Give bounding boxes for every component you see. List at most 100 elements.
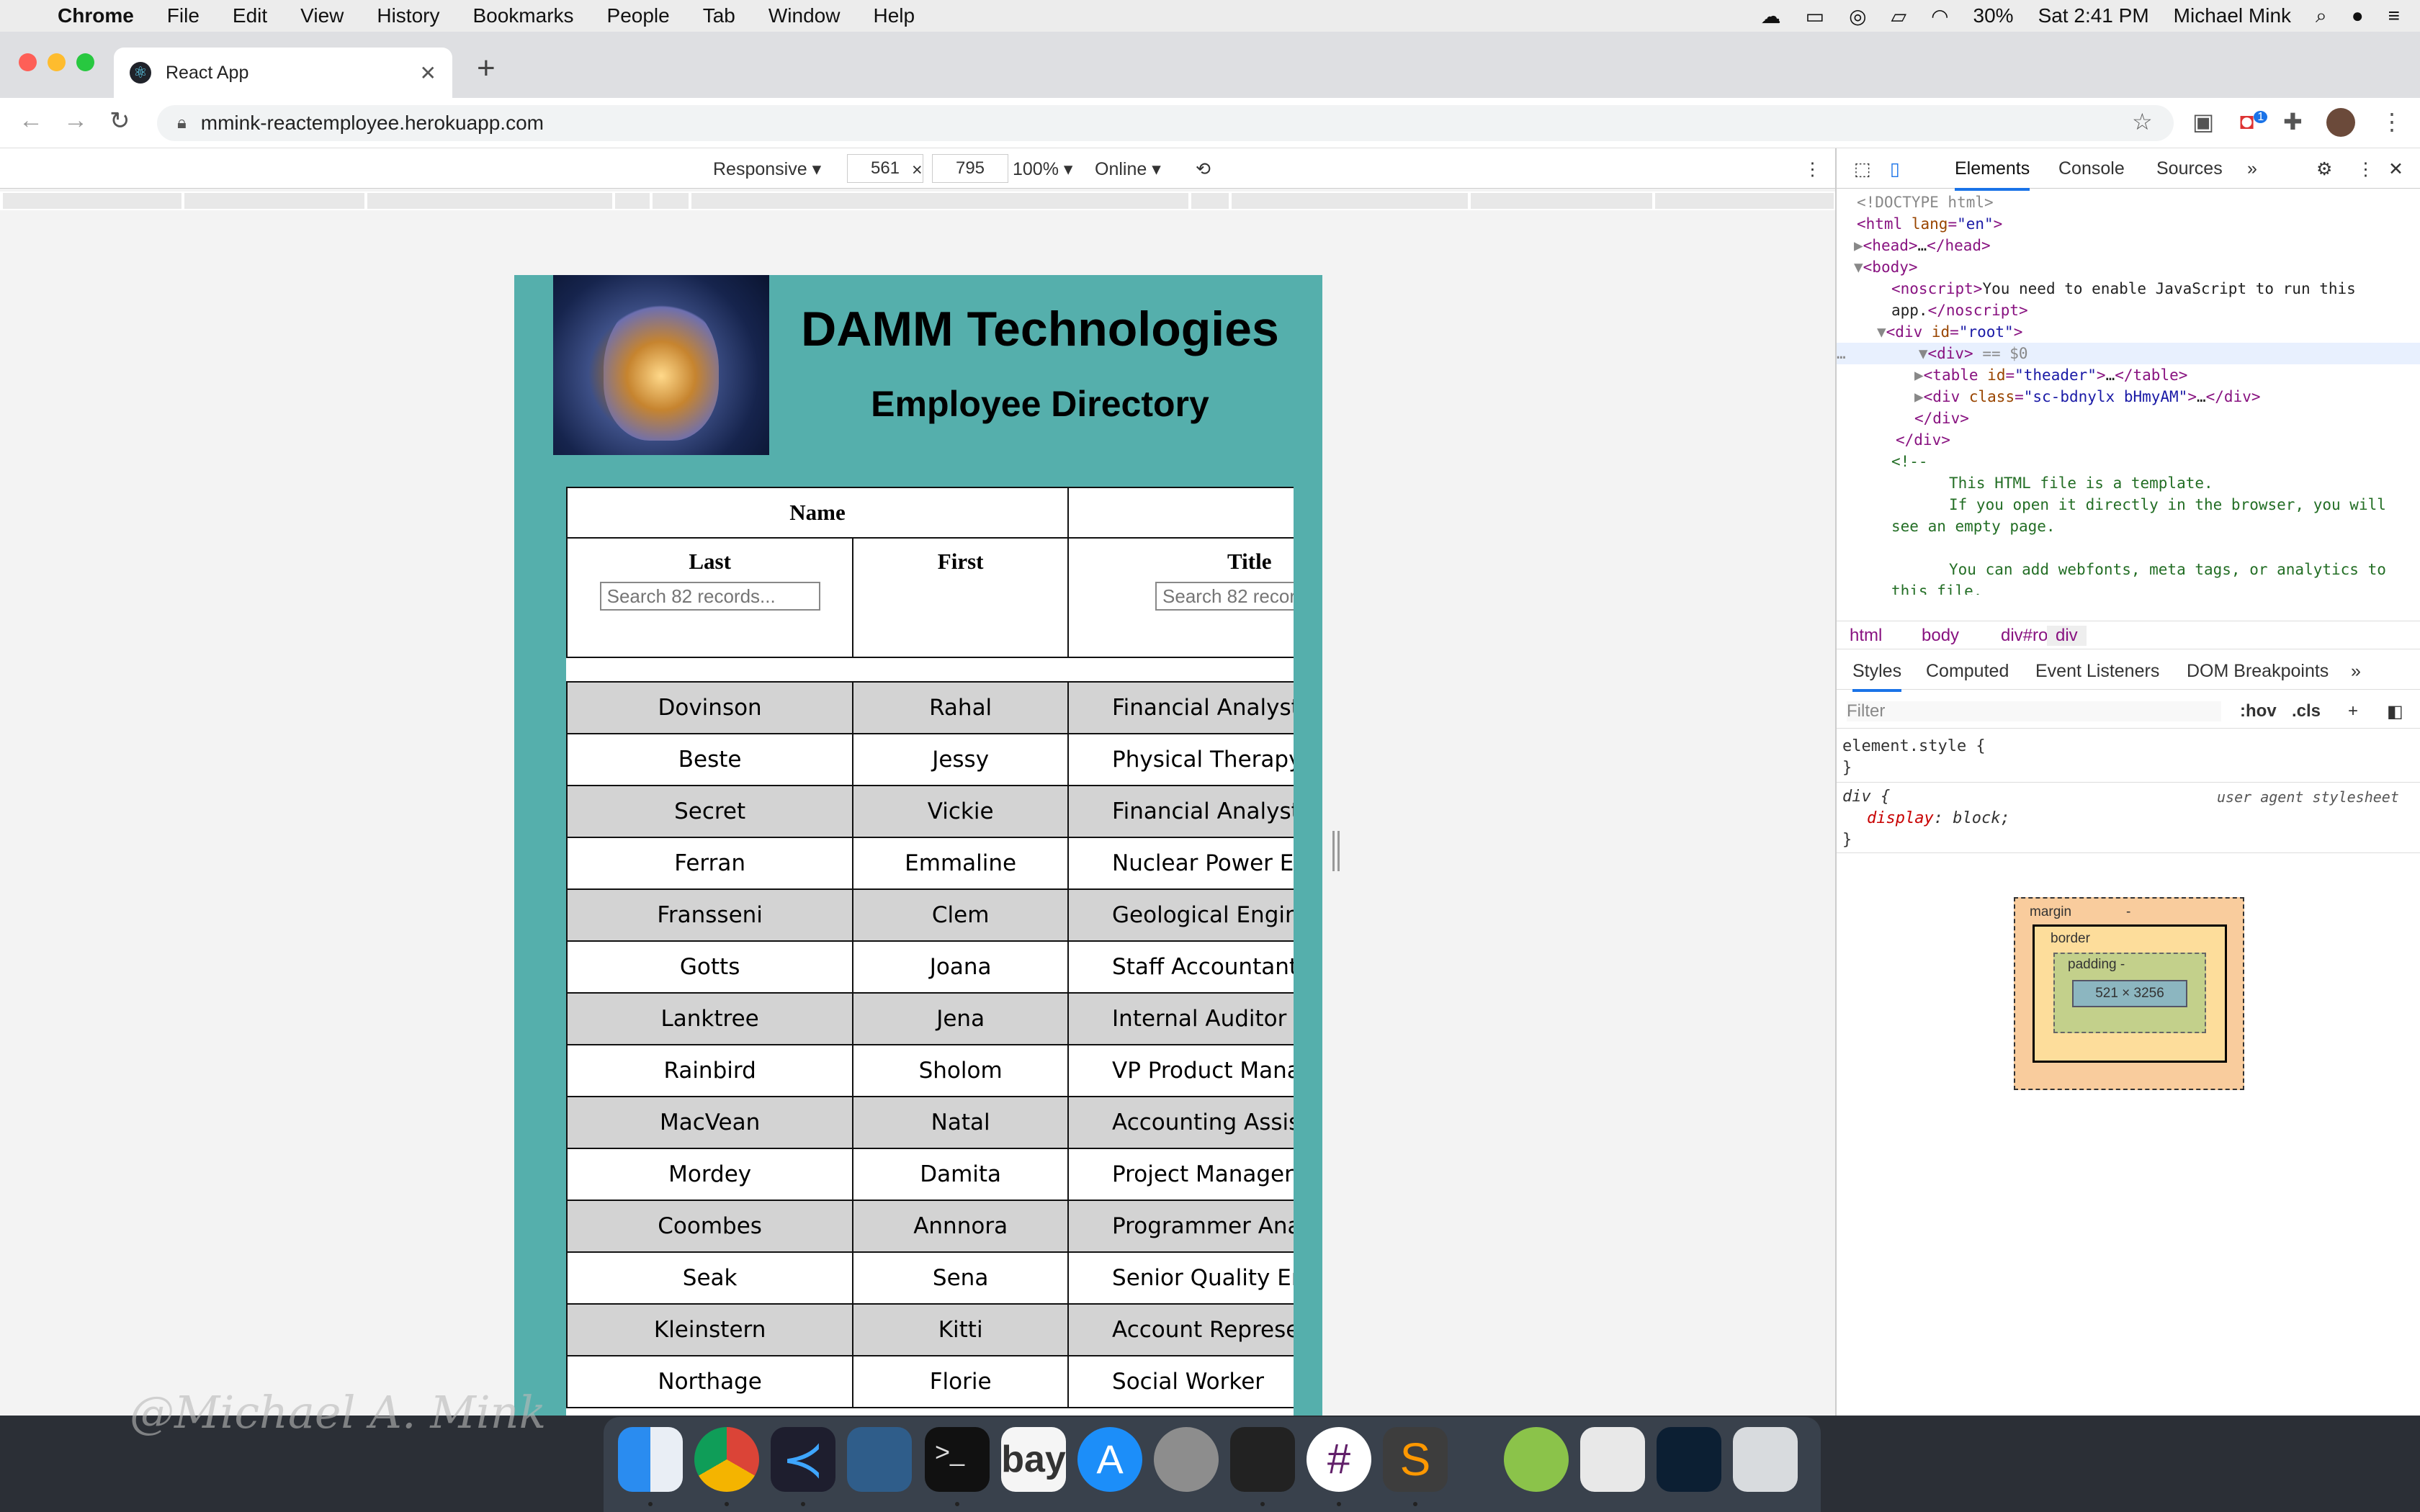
new-rule-icon[interactable]: +: [2348, 701, 2358, 721]
extension-badge-icon[interactable]: ◘ 1: [2240, 108, 2268, 135]
menu-file[interactable]: File: [167, 4, 200, 27]
ebay-app-icon[interactable]: bay: [1001, 1427, 1066, 1492]
tab-computed[interactable]: Computed: [1926, 661, 2009, 682]
menu-help[interactable]: Help: [873, 4, 915, 27]
new-tab-button[interactable]: +: [477, 50, 496, 86]
close-window-button[interactable]: [19, 53, 37, 71]
spotlight-search-icon[interactable]: ⌕: [2316, 4, 2327, 28]
airplay-icon[interactable]: ▱: [1891, 4, 1907, 28]
rotate-icon[interactable]: ⟲: [1196, 158, 1211, 180]
tab-sources[interactable]: Sources: [2156, 158, 2223, 179]
menu-history[interactable]: History: [377, 4, 439, 27]
device-mode-select[interactable]: Responsive ▾: [713, 158, 821, 180]
table-row: Mordey Damita Project Manager: [566, 1148, 1294, 1201]
viewport-height-input[interactable]: 795: [932, 154, 1008, 183]
styles-filter-input[interactable]: Filter: [1847, 701, 2221, 721]
terminal-icon[interactable]: >_: [925, 1427, 990, 1492]
viewport-resize-handle[interactable]: [1332, 831, 1340, 871]
vscode-icon[interactable]: ≺: [771, 1427, 835, 1492]
zoom-select[interactable]: 100% ▾: [1013, 158, 1072, 180]
screen-thumbnail-icon[interactable]: [1657, 1427, 1721, 1492]
device-toggle-icon[interactable]: ▯: [1890, 158, 1900, 180]
tab-strip: ⚛ React App ✕ +: [0, 32, 2420, 98]
app-store-icon[interactable]: A: [1077, 1427, 1142, 1492]
menu-app-name[interactable]: Chrome: [58, 4, 134, 27]
finder-icon[interactable]: [618, 1427, 683, 1492]
siri-icon[interactable]: ●: [2352, 4, 2364, 27]
profile-avatar[interactable]: [2326, 108, 2355, 137]
devtools-panel: ⬚ ▯ Elements Console Sources » ⚙ ⋮ ✕ <!D…: [1835, 148, 2420, 1416]
close-devtools-icon[interactable]: ✕: [2388, 158, 2403, 180]
close-tab-icon[interactable]: ✕: [420, 61, 436, 85]
battery-percent[interactable]: 30%: [1973, 4, 2014, 27]
more-panels-icon[interactable]: »: [2351, 661, 2361, 682]
toggle-sidebar-icon[interactable]: ◧: [2387, 701, 2403, 722]
user-name[interactable]: Michael Mink: [2174, 4, 2291, 27]
mysql-workbench-icon[interactable]: [847, 1427, 912, 1492]
more-tabs-icon[interactable]: »: [2247, 158, 2257, 179]
dock: ≺ >_ bay A # S: [604, 1417, 1821, 1512]
slack-icon[interactable]: #: [1307, 1427, 1371, 1492]
menu-bar: Chrome File Edit View History Bookmarks …: [0, 0, 2420, 32]
minimize-window-button[interactable]: [48, 53, 66, 71]
activity-monitor-icon[interactable]: [1230, 1427, 1295, 1492]
clock[interactable]: Sat 2:41 PM: [2038, 4, 2149, 27]
title-cell: Nuclear Power Engineer: [1067, 837, 1294, 890]
cloud-download-icon[interactable]: [1504, 1427, 1569, 1492]
cloud-icon[interactable]: ☁: [1761, 4, 1781, 28]
tab-event-listeners[interactable]: Event Listeners: [2035, 661, 2159, 682]
bookmark-star-icon[interactable]: ☆: [2132, 108, 2153, 135]
title-cell: Physical Therapy Assistant: [1067, 733, 1294, 786]
puzzle-extensions-icon[interactable]: ✚: [2283, 108, 2303, 135]
menu-window[interactable]: Window: [768, 4, 841, 27]
tab-dom-breakpoints[interactable]: DOM Breakpoints: [2187, 661, 2329, 682]
crumb-html[interactable]: html: [1850, 626, 1882, 646]
browser-menu-icon[interactable]: ⋮: [2380, 108, 2403, 135]
class-toggle[interactable]: .cls: [2292, 701, 2321, 721]
menu-edit[interactable]: Edit: [233, 4, 267, 27]
tab-console[interactable]: Console: [2058, 158, 2125, 179]
menu-people[interactable]: People: [607, 4, 670, 27]
title-cell: Project Manager: [1067, 1148, 1294, 1201]
menu-bookmarks[interactable]: Bookmarks: [472, 4, 573, 27]
system-preferences-icon[interactable]: [1154, 1427, 1219, 1492]
trash-icon[interactable]: [1733, 1427, 1798, 1492]
wifi-icon[interactable]: ◠: [1931, 4, 1948, 28]
tab-styles[interactable]: Styles: [1852, 661, 1902, 692]
back-icon[interactable]: ←: [19, 107, 43, 135]
network-throttle-select[interactable]: Online ▾: [1095, 158, 1161, 180]
display-icon[interactable]: ▭: [1806, 4, 1824, 28]
title-search-input[interactable]: [1155, 582, 1294, 611]
crumb-body[interactable]: body: [1922, 626, 1959, 646]
element-style-rule[interactable]: element.style {: [1842, 736, 1986, 757]
devtools-tabbar: ⬚ ▯ Elements Console Sources » ⚙ ⋮ ✕: [1837, 148, 2420, 191]
crumb-div[interactable]: div: [2047, 626, 2087, 646]
menu-view[interactable]: View: [300, 4, 344, 27]
menu-tab[interactable]: Tab: [703, 4, 735, 27]
creative-cloud-icon[interactable]: ◎: [1849, 4, 1866, 28]
first-name-cell: Clem: [852, 888, 1070, 942]
last-name-search-input[interactable]: [599, 582, 820, 611]
devtools-menu-icon[interactable]: ⋮: [2357, 158, 2375, 180]
div-rule-selector[interactable]: div {: [1842, 786, 1890, 808]
employee-table-container[interactable]: Name Last First Title: [566, 487, 1294, 1416]
style-rules: element.style { } div { user agent style…: [1837, 733, 2420, 877]
zoom-window-button[interactable]: [76, 53, 94, 71]
media-query-ruler[interactable]: [0, 192, 1835, 210]
address-bar[interactable]: 🔒︎ mmink-reactemployee.herokuapp.com: [157, 105, 2174, 141]
device-toolbar-menu-icon[interactable]: ⋮: [1803, 158, 1821, 180]
table-row: CoombesAnnnoraProgrammer Analyst: [566, 1200, 1294, 1253]
document-thumbnail-icon[interactable]: [1580, 1427, 1645, 1492]
browser-tab[interactable]: ⚛ React App ✕: [114, 48, 452, 98]
tab-elements[interactable]: Elements: [1955, 158, 2030, 191]
sublime-text-icon[interactable]: S: [1383, 1427, 1448, 1492]
settings-gear-icon[interactable]: ⚙: [2316, 158, 2332, 180]
dom-tree[interactable]: <!DOCTYPE html> <html lang="en"> ▶<head>…: [1837, 192, 2420, 595]
hover-state-toggle[interactable]: :hov: [2240, 701, 2277, 721]
forward-icon[interactable]: →: [63, 107, 88, 135]
inspect-element-icon[interactable]: ⬚: [1854, 158, 1871, 180]
control-center-icon[interactable]: ≡: [2388, 4, 2400, 27]
extension-icon[interactable]: ▣: [2192, 108, 2214, 135]
chrome-icon[interactable]: [694, 1427, 759, 1492]
reload-icon[interactable]: ↻: [109, 107, 130, 135]
